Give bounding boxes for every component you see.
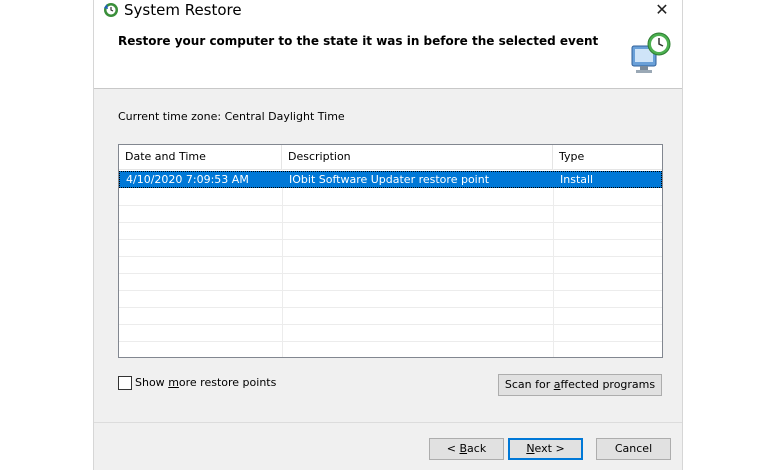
back-label-post: ack <box>467 442 487 455</box>
back-button[interactable]: < Back <box>429 438 504 460</box>
scan-label-pre: Scan for <box>504 378 554 391</box>
list-header: Date and Time ﹀ Description Type <box>119 145 662 170</box>
close-icon: ✕ <box>655 0 669 19</box>
show-more-checkbox[interactable] <box>118 376 132 390</box>
header-instruction: Restore your computer to the state it wa… <box>118 34 599 48</box>
sort-arrow-icon: ﹀ <box>197 144 207 152</box>
table-row-empty <box>119 189 662 206</box>
table-row-selected[interactable]: 4/10/2020 7:09:53 AM IObit Software Upda… <box>119 171 662 188</box>
table-row-empty <box>119 257 662 274</box>
table-row-empty <box>119 206 662 223</box>
table-row-empty <box>119 223 662 240</box>
column-date-time[interactable]: Date and Time ﹀ <box>119 145 282 169</box>
table-row-empty <box>119 240 662 257</box>
scan-affected-programs-button[interactable]: Scan for affected programs <box>498 374 662 396</box>
show-more-label-pre: Show <box>135 376 169 389</box>
column-type[interactable]: Type <box>553 145 662 169</box>
show-more-label: Show more restore points <box>135 375 276 390</box>
cancel-button[interactable]: Cancel <box>596 438 671 460</box>
next-label-post: ext > <box>534 442 565 455</box>
next-label-access: N <box>526 442 535 455</box>
row-description: IObit Software Updater restore point <box>289 173 490 186</box>
column-type-label: Type <box>559 150 585 163</box>
table-row-empty <box>119 291 662 308</box>
close-button[interactable]: ✕ <box>642 0 682 22</box>
column-date-time-label: Date and Time <box>125 150 206 163</box>
show-more-label-access: m <box>168 376 179 389</box>
row-date: 4/10/2020 7:09:53 AM <box>126 173 249 186</box>
table-row-empty <box>119 308 662 325</box>
back-label-pre: < <box>446 442 460 455</box>
table-row-empty <box>119 325 662 342</box>
next-button[interactable]: Next > <box>508 438 583 460</box>
scan-label-post: ffected programs <box>560 378 656 391</box>
footer-separator <box>94 422 682 423</box>
system-restore-icon <box>104 3 118 17</box>
column-description[interactable]: Description <box>282 145 553 169</box>
system-restore-dialog: System Restore ✕ Restore your computer t… <box>93 0 683 470</box>
row-type: Install <box>560 173 594 186</box>
column-description-label: Description <box>288 150 351 163</box>
table-row-empty <box>119 274 662 291</box>
table-row-empty <box>119 342 662 357</box>
restore-point-list[interactable]: Date and Time ﹀ Description Type 4/10/20… <box>118 144 663 358</box>
window-title: System Restore <box>124 1 242 19</box>
dialog-header: Restore your computer to the state it wa… <box>94 22 682 89</box>
back-label-access: B <box>459 442 468 455</box>
cancel-label: Cancel <box>614 442 653 455</box>
computer-restore-clock-icon <box>631 32 671 73</box>
timezone-label: Current time zone: Central Daylight Time <box>118 110 345 123</box>
show-more-label-post: ore restore points <box>178 376 277 389</box>
title-bar: System Restore ✕ <box>94 0 682 22</box>
